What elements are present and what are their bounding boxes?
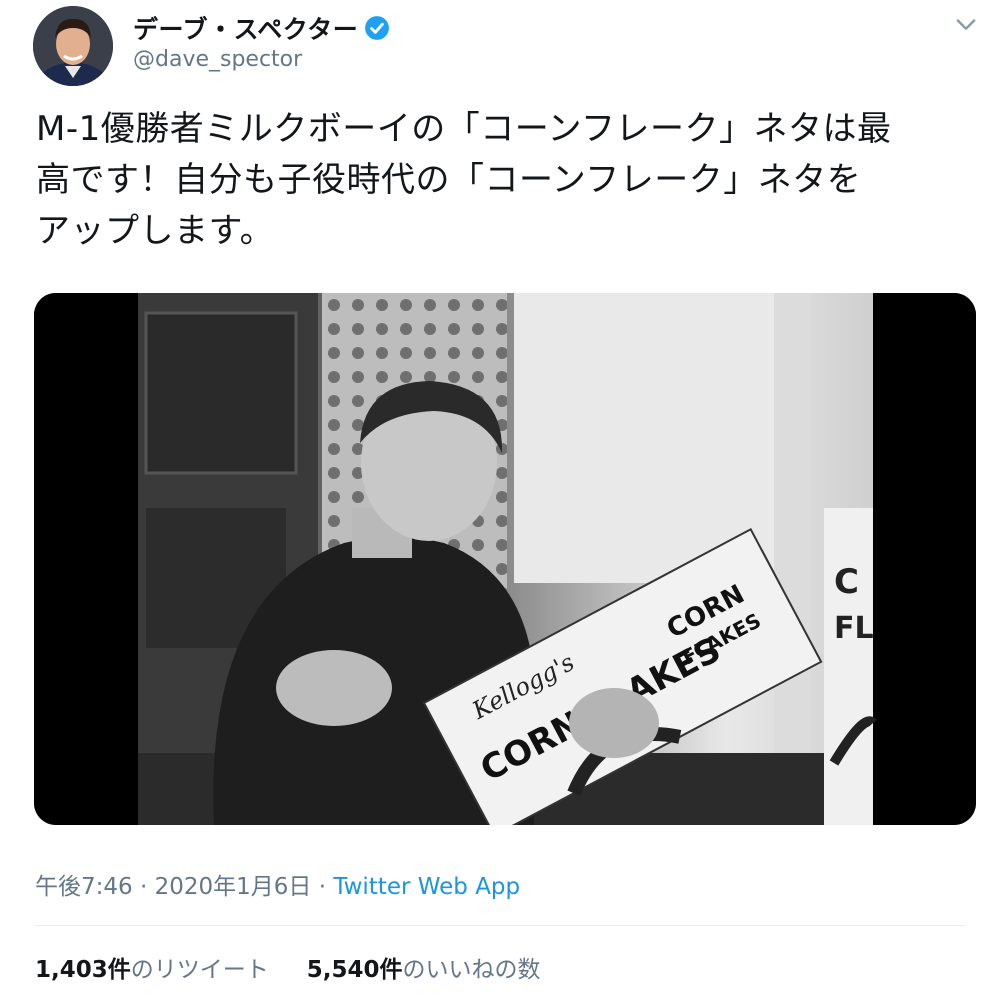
tweet-source-link[interactable]: Twitter Web App: [333, 874, 520, 900]
video-frame: Kellogg's CORN FLAKES CORN FLAKES C FL: [34, 293, 976, 825]
side-box-text: C: [834, 562, 859, 602]
retweets-label: のリツイート: [130, 957, 269, 983]
tweet-stats: 1,403件のリツイート 5,540件のいいねの数: [35, 950, 541, 984]
tweet-media-video[interactable]: Kellogg's CORN FLAKES CORN FLAKES C FL: [34, 293, 976, 825]
side-box-text-2: FL: [834, 611, 874, 646]
meta-separator: ·: [311, 874, 334, 900]
display-name[interactable]: デーブ・スペクター: [133, 10, 390, 46]
display-name-text: デーブ・スペクター: [133, 15, 359, 44]
chevron-down-icon[interactable]: [952, 10, 980, 38]
meta-separator: ·: [132, 874, 155, 900]
tweet-text: M-1優勝者ミルクボーイの「コーンフレーク」ネタは最 高です！自分も子役時代の「…: [36, 109, 892, 251]
tweet-date[interactable]: 2020年1月6日: [155, 874, 312, 900]
avatar[interactable]: [33, 6, 113, 86]
user-handle[interactable]: @dave_spector: [133, 47, 302, 72]
divider: [35, 925, 965, 926]
tweet-meta: 午後7:46 · 2020年1月6日 · Twitter Web App: [35, 867, 520, 901]
likes-count: 5,540件: [306, 957, 403, 983]
retweets-stat[interactable]: 1,403件のリツイート: [35, 950, 269, 984]
tweet-time[interactable]: 午後7:46: [35, 874, 133, 900]
verified-badge-icon: [365, 16, 390, 40]
likes-stat[interactable]: 5,540件のいいねの数: [307, 950, 541, 984]
retweets-count: 1,403件: [35, 957, 131, 983]
avatar-photo: [33, 6, 113, 86]
likes-label: のいいねの数: [402, 957, 541, 983]
